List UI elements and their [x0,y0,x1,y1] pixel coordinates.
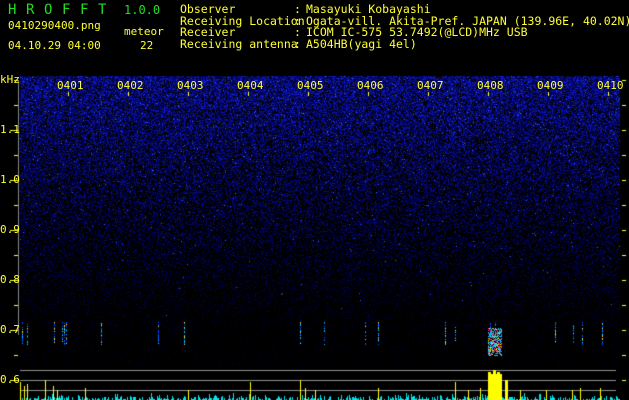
file-name: 0410290400.png [8,19,101,32]
time-tick-label: 0408 [477,79,504,92]
time-tick-label: 0404 [237,79,264,92]
y-tick-label: 1.0 [0,173,20,186]
time-tick-label: 0406 [357,79,384,92]
date-time: 04.10.29 04:00 [8,39,101,52]
time-tick-label: 0410 [597,79,624,92]
time-tick-label: 0401 [57,79,84,92]
y-tick-label: 1.1 [0,123,20,136]
title-letter: R [26,2,35,18]
title-letter: T [98,2,107,18]
app-version: 1.0.0 [124,3,161,17]
y-tick-label: 0.8 [0,273,20,286]
time-tick-label: 0409 [537,79,564,92]
spectrogram [0,0,629,400]
meteor-label: meteor [124,25,164,38]
y-tick-label: 0.9 [0,223,20,236]
time-tick-label: 0403 [177,79,204,92]
time-tick-label: 0407 [417,79,444,92]
info-label: Receiving antenna [180,37,298,52]
title-letter: H [8,2,17,18]
y-axis-unit: kHz [0,73,20,86]
meteor-count: 22 [140,39,154,52]
y-tick-label: 0.6 [0,373,20,386]
time-tick-label: 0402 [117,79,144,92]
time-tick-label: 0405 [297,79,324,92]
title-letter: F [80,2,89,18]
title-letter: O [44,2,53,18]
y-tick-label: 0.7 [0,323,20,336]
info-separator: : [294,37,301,52]
title-letter: F [62,2,71,18]
info-value: A504HB(yagi 4el) [306,37,417,52]
